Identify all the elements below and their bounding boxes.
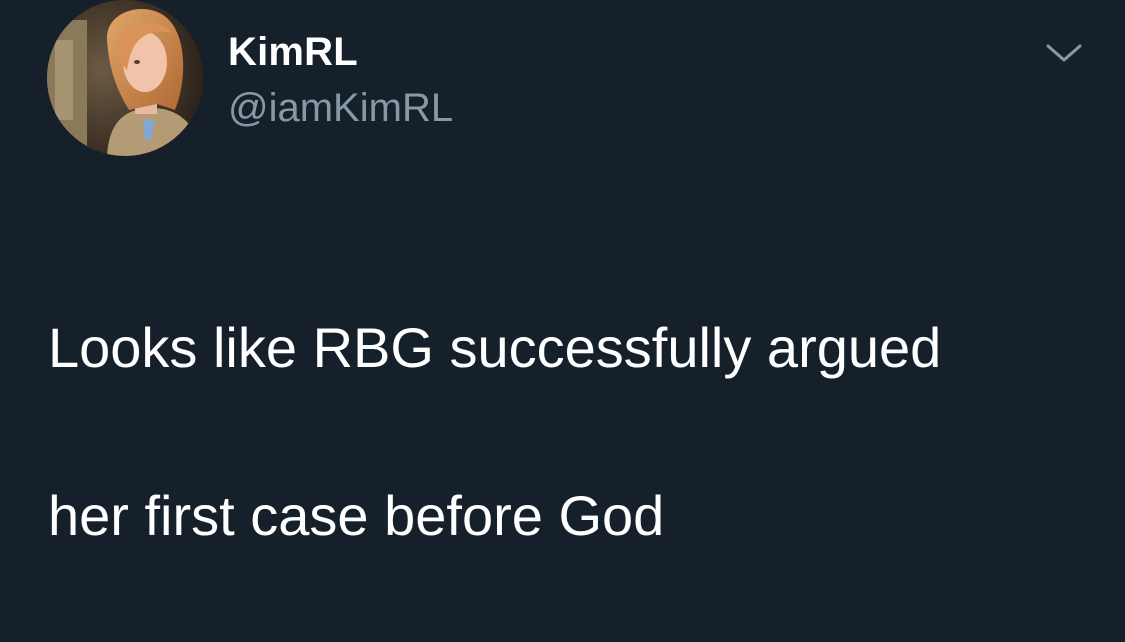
tweet-text: Looks like RBG successfully argued her f… <box>48 222 1088 642</box>
avatar[interactable] <box>47 0 203 156</box>
author-display-name[interactable]: KimRL <box>228 28 358 76</box>
tweet-menu-button[interactable] <box>1040 30 1088 78</box>
tweet-card: KimRL @iamKimRL Looks like RBG successfu… <box>0 0 1125 547</box>
author-handle[interactable]: @iamKimRL <box>228 84 453 132</box>
chevron-down-icon <box>1046 44 1082 62</box>
profile-photo-icon <box>47 0 203 156</box>
tweet-text-line: her first case before God <box>48 484 665 547</box>
tweet-text-line: Looks like RBG successfully argued <box>48 316 942 379</box>
